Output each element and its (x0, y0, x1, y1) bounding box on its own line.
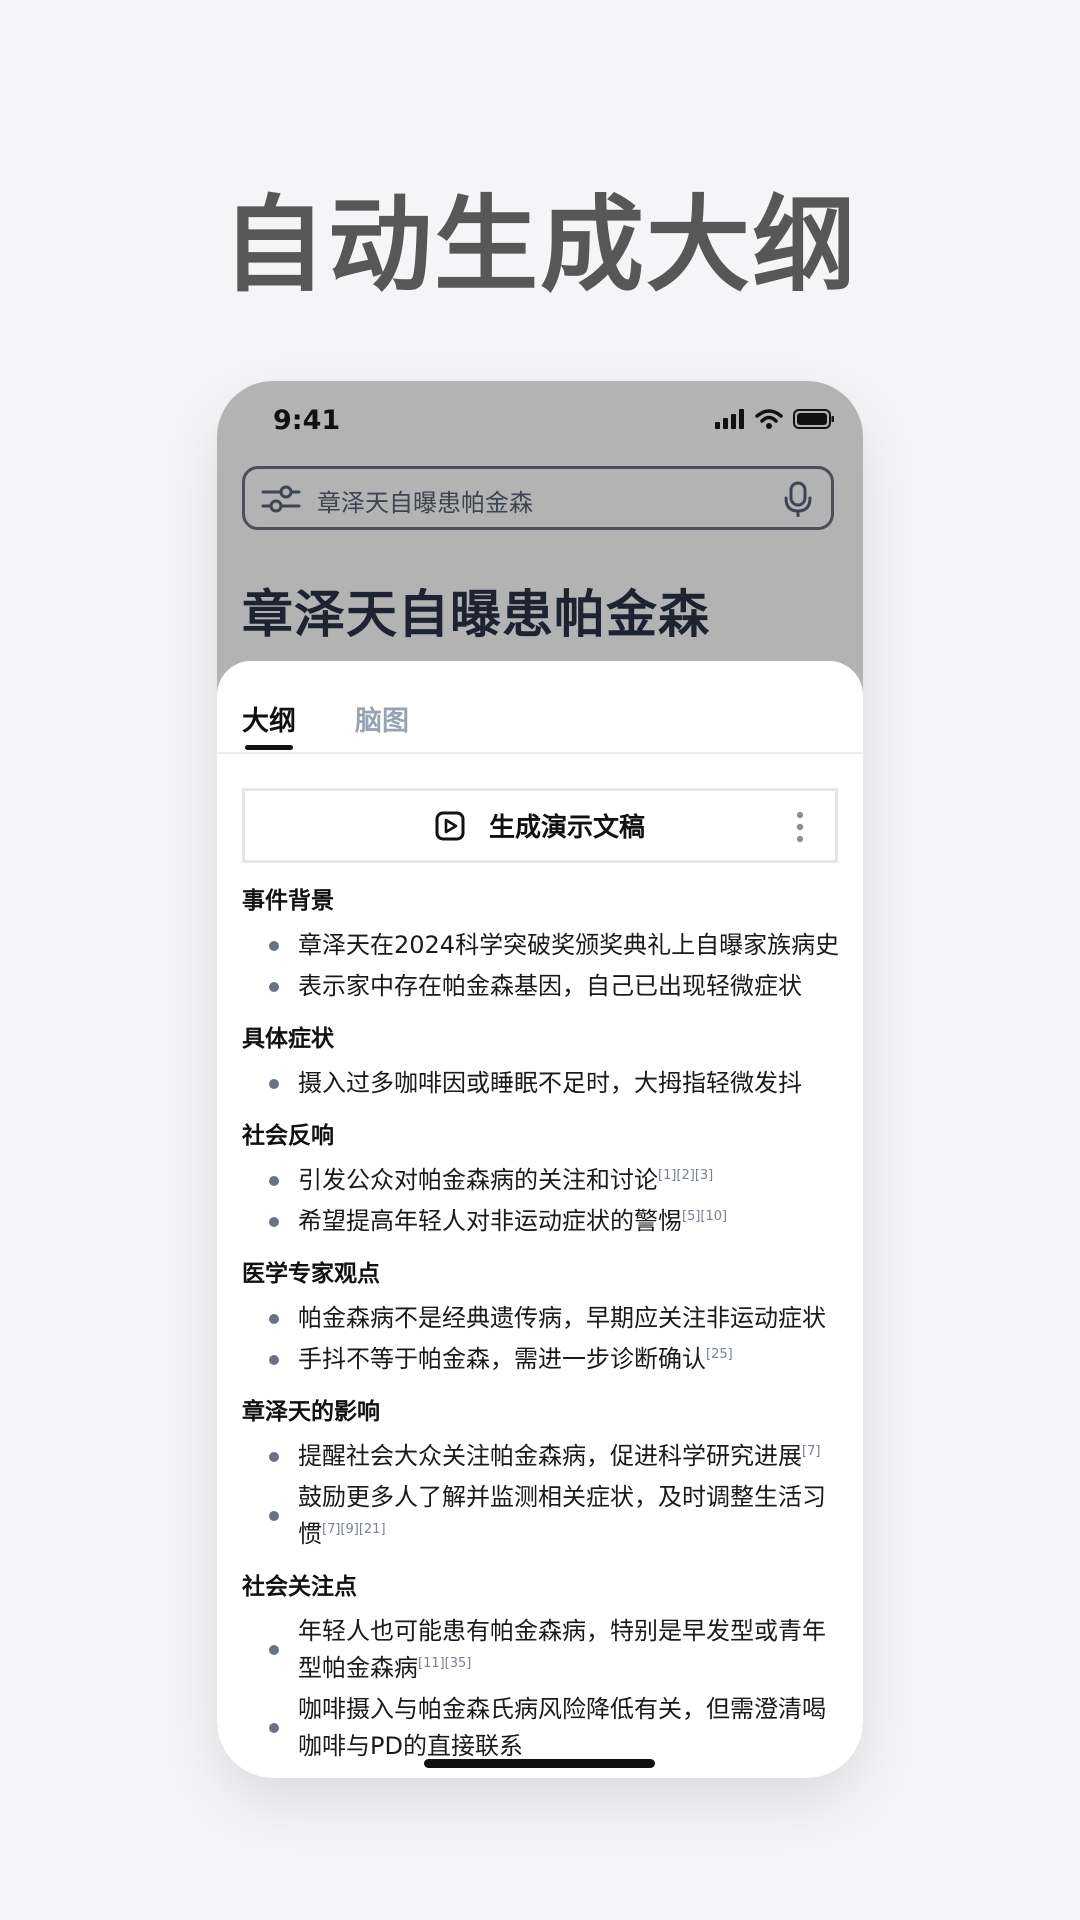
section-heading: 医学专家观点 (242, 1261, 380, 1287)
list-item: 年轻人也可能患有帕金森病，特别是早发型或青年型帕金森病[11][35] (242, 1613, 842, 1687)
list-item-text: 提醒社会大众关注帕金森病，促进科学研究进展 (298, 1442, 802, 1470)
generate-presentation-label: 生成演示文稿 (488, 813, 645, 843)
bullet-dot (269, 940, 279, 951)
phone-frame: 9:41 章泽天自曝患帕金森 章泽天自曝患帕金森 大纲 脑图 生成演示文稿 事件… (217, 381, 863, 1778)
list-item-text: 鼓励更多人了解并监测相关症状，及时调整生活习惯 (298, 1483, 826, 1548)
list-item-text: 表示家中存在帕金森基因，自己已出现轻微症状 (298, 972, 802, 1000)
microphone-icon[interactable] (783, 481, 813, 517)
bullet-dot (269, 1313, 279, 1324)
list-item: 摄入过多咖啡因或睡眠不足时，大拇指轻微发抖 (242, 1065, 842, 1102)
bullet-dot (269, 1723, 279, 1733)
bullet-dot (269, 1645, 279, 1655)
outline-sheet: 大纲 脑图 生成演示文稿 事件背景 章泽天在2024科学突破奖颁奖典礼上自曝家族… (217, 661, 863, 1778)
document-title: 章泽天自曝患帕金森 (242, 586, 711, 645)
bullet-dot (269, 1511, 279, 1521)
section-heading: 具体症状 (242, 1026, 334, 1052)
citation[interactable]: [1][2][3] (658, 1168, 713, 1183)
more-vertical-icon[interactable] (795, 811, 805, 843)
section-heading: 事件背景 (242, 888, 334, 914)
list-item-text: 咖啡摄入与帕金森氏病风险降低有关，但需澄清喝咖啡与PD的直接联系 (298, 1695, 826, 1760)
play-square-icon (435, 811, 465, 840)
list-item-text: 摄入过多咖啡因或睡眠不足时，大拇指轻微发抖 (298, 1069, 802, 1097)
generate-presentation-button[interactable]: 生成演示文稿 (242, 788, 838, 863)
active-tab-indicator (245, 745, 293, 750)
list-item: 章泽天在2024科学突破奖颁奖典礼上自曝家族病史 (242, 927, 842, 964)
bullet-dot (269, 1175, 279, 1186)
list-item-text: 引发公众对帕金森病的关注和讨论 (298, 1166, 658, 1194)
citation[interactable]: [7] (802, 1444, 820, 1459)
list-item: 鼓励更多人了解并监测相关症状，及时调整生活习惯[7][9][21] (242, 1479, 842, 1553)
search-input[interactable]: 章泽天自曝患帕金森 (317, 483, 533, 518)
home-indicator[interactable] (424, 1759, 655, 1768)
list-item-text: 帕金森病不是经典遗传病，早期应关注非运动症状 (298, 1304, 826, 1332)
bullet-dot (269, 1354, 279, 1365)
bullet-dot (269, 1451, 279, 1462)
status-time: 9:41 (273, 405, 341, 436)
battery-icon (793, 409, 834, 429)
hero-title: 自动生成大纲 (221, 184, 858, 306)
list-item: 帕金森病不是经典遗传病，早期应关注非运动症状 (242, 1300, 842, 1337)
sliders-icon[interactable] (261, 483, 301, 515)
list-item: 手抖不等于帕金森，需进一步诊断确认[25] (242, 1341, 842, 1378)
tab-bar: 大纲 脑图 (217, 661, 863, 754)
list-item-text: 希望提高年轻人对非运动症状的警惕 (298, 1207, 682, 1235)
search-bar[interactable]: 章泽天自曝患帕金森 (242, 466, 834, 530)
wifi-icon (755, 409, 783, 429)
section-heading: 社会反响 (242, 1123, 334, 1149)
list-item: 表示家中存在帕金森基因，自己已出现轻微症状 (242, 968, 842, 1005)
section-heading: 社会关注点 (242, 1574, 357, 1600)
list-item: 希望提高年轻人对非运动症状的警惕[5][10] (242, 1203, 842, 1240)
list-item: 引发公众对帕金森病的关注和讨论[1][2][3] (242, 1162, 842, 1199)
section-heading: 章泽天的影响 (242, 1399, 380, 1425)
outline-list: 事件背景 章泽天在2024科学突破奖颁奖典礼上自曝家族病史 表示家中存在帕金森基… (242, 885, 842, 1769)
status-icons (715, 409, 835, 429)
bullet-dot (269, 1216, 279, 1227)
list-item: 提醒社会大众关注帕金森病，促进科学研究进展[7] (242, 1438, 842, 1475)
citation[interactable]: [11][35] (418, 1656, 471, 1671)
tab-outline[interactable]: 大纲 (242, 699, 296, 738)
tab-mindmap[interactable]: 脑图 (355, 699, 409, 738)
list-item-text: 章泽天在2024科学突破奖颁奖典礼上自曝家族病史 (298, 931, 840, 959)
bullet-dot (269, 981, 279, 992)
list-item: 咖啡摄入与帕金森氏病风险降低有关，但需澄清喝咖啡与PD的直接联系 (242, 1691, 842, 1765)
citation[interactable]: [5][10] (682, 1209, 727, 1224)
cellular-signal-icon (715, 409, 744, 429)
list-item-text: 年轻人也可能患有帕金森病，特别是早发型或青年型帕金森病 (298, 1617, 826, 1682)
bullet-dot (269, 1078, 279, 1089)
list-item-text: 手抖不等于帕金森，需进一步诊断确认 (298, 1345, 706, 1373)
citation[interactable]: [25] (706, 1347, 733, 1362)
status-bar: 9:41 (217, 381, 863, 461)
citation[interactable]: [7][9][21] (322, 1522, 386, 1537)
